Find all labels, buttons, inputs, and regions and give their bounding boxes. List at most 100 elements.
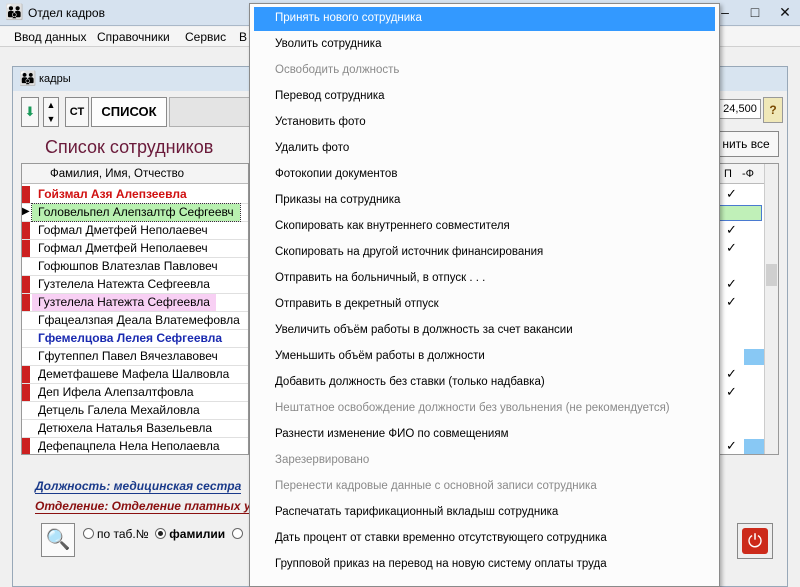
table-row[interactable]: Гфемелцова Лелея Сефгеевла: [22, 330, 248, 348]
table-row[interactable]: Гофюшпов Влатезлав Павловеч: [22, 258, 248, 276]
check-mark[interactable]: ✓: [726, 384, 737, 400]
table-row[interactable]: Гойзмал Азя Алепзеевла: [22, 186, 248, 204]
table-row[interactable]: Гфутеппел Павел Вячезлавовеч: [22, 348, 248, 366]
column-header-f[interactable]: -Ф: [742, 168, 754, 180]
menu-item-label: Уволить сотрудника: [275, 38, 382, 50]
maximize-icon[interactable]: □: [740, 0, 770, 24]
staff-window-title: кадры: [39, 73, 71, 85]
search-mode: по таб.№ фамилии: [83, 527, 246, 541]
menu-item[interactable]: Нештатное освобождение должности без уво…: [254, 397, 715, 421]
radio-other[interactable]: [231, 528, 243, 539]
people-icon: 👪: [5, 4, 24, 21]
menu-item[interactable]: Зарезервировано: [254, 449, 715, 473]
menu-item[interactable]: Увеличить объём работы в должность за сч…: [254, 319, 715, 343]
employee-name: Гофмал Дметфей Неполаевеч: [38, 223, 208, 237]
employee-name: Гфемелцова Лелея Сефгеевла: [38, 331, 223, 345]
download-button[interactable]: ⬇: [21, 97, 39, 127]
employee-name: Гузтелела Натежта Сефгеевла: [32, 294, 216, 311]
column-header-p[interactable]: П: [724, 168, 732, 180]
position-label: Должность: медицинская сестра: [35, 479, 242, 494]
close-icon[interactable]: ✕: [770, 0, 800, 24]
check-mark[interactable]: ✓: [726, 222, 737, 238]
table-row[interactable]: Гофмал Дметфей Неполаевеч: [22, 222, 248, 240]
employee-name: Детцель Галела Мехайловла: [38, 403, 200, 417]
menu-item[interactable]: Фотокопии документов: [254, 163, 715, 187]
menu-truncated[interactable]: В: [239, 30, 247, 44]
employee-name: Дефепацпела Нела Неполаевла: [38, 439, 220, 453]
spin-button[interactable]: ▲ ▼: [43, 97, 59, 127]
check-mark[interactable]: ✓: [726, 366, 737, 382]
table-row[interactable]: Деметфашеве Мафела Шалвовла: [22, 366, 248, 384]
menu-item[interactable]: Уменьшить объём работы в должности: [254, 345, 715, 369]
check-mark[interactable]: ✓: [726, 186, 737, 202]
menu-item[interactable]: Освободить должность: [254, 59, 715, 83]
menu-item[interactable]: Скопировать как внутреннего совместителя: [254, 215, 715, 239]
scrollbar[interactable]: [764, 164, 778, 454]
tab-next[interactable]: [169, 97, 251, 127]
menu-item-label: Зарезервировано: [275, 454, 370, 466]
menu-item-label: Освободить должность: [275, 64, 400, 76]
menu-item-label: Перенести кадровые данные с основной зап…: [275, 480, 597, 492]
menu-item[interactable]: Разнести изменение ФИО по совмещениям: [254, 423, 715, 447]
menu-item[interactable]: Удалить фото: [254, 137, 715, 161]
table-row[interactable]: Гфацеалзпая Деала Влатемефовла: [22, 312, 248, 330]
table-row[interactable]: ▶ Головельпел Алепзалтф Сефгеевч: [22, 203, 248, 222]
menu-item[interactable]: Скопировать на другой источник финансиро…: [254, 241, 715, 265]
menu-item[interactable]: Уволить сотрудника: [254, 33, 715, 57]
menu-item[interactable]: Установить фото: [254, 111, 715, 135]
menu-item[interactable]: Отправить в декретный отпуск: [254, 293, 715, 317]
clear-all-button[interactable]: нить все: [713, 131, 779, 157]
menu-service[interactable]: Сервис: [185, 30, 226, 44]
table-row[interactable]: Гофмал Дметфей Неполаевеч: [22, 240, 248, 258]
check-mark[interactable]: ✓: [726, 240, 737, 256]
employee-name: Головельпел Алепзалтф Сефгеевч: [31, 203, 241, 222]
check-mark[interactable]: ✓: [726, 276, 737, 292]
help-button[interactable]: ?: [763, 97, 783, 123]
menu-item[interactable]: Дать процент от ставки временно отсутств…: [254, 527, 715, 551]
search-icon[interactable]: 🔍: [41, 523, 75, 557]
table-row[interactable]: Дефепацпела Нела Неполаевла: [22, 438, 248, 454]
menu-item-label: Групповой приказ на перевод на новую сис…: [275, 558, 607, 570]
column-header-name[interactable]: Фамилия, Имя, Отчество: [50, 168, 184, 180]
radio-by-number[interactable]: [83, 528, 94, 539]
flag-cell[interactable]: [744, 439, 764, 454]
employee-name: Детюхела Наталья Вазельевла: [38, 421, 212, 435]
employee-name: Гузтелела Натежта Сефгеевла: [38, 277, 210, 291]
menu-item-label: Добавить должность без ставки (только на…: [275, 376, 545, 388]
table-row[interactable]: Детцель Галела Мехайловла: [22, 402, 248, 420]
table-row[interactable]: Детюхела Наталья Вазельевла: [22, 420, 248, 438]
check-mark[interactable]: ✓: [726, 294, 737, 310]
table-row[interactable]: Деп Ифела Алепзалтфовла: [22, 384, 248, 402]
menu-input-data[interactable]: Ввод данных: [14, 30, 87, 44]
table-row[interactable]: Гузтелела Натежта Сефгеевла: [22, 276, 248, 294]
menu-item[interactable]: Перенести кадровые данные с основной зап…: [254, 475, 715, 499]
menu-item[interactable]: Добавить должность без ставки (только на…: [254, 371, 715, 395]
menu-item-label: Отправить на больничный, в отпуск . . .: [275, 272, 486, 284]
flag-cell[interactable]: [744, 349, 764, 365]
menu-item-label: Увеличить объём работы в должность за сч…: [275, 324, 573, 336]
menu-item[interactable]: Групповой приказ на перевод на новую сис…: [254, 553, 715, 577]
amount-field[interactable]: 24,500: [719, 99, 761, 119]
menu-item[interactable]: Перевод сотрудника: [254, 85, 715, 109]
menu-item-label: Установить фото: [275, 116, 366, 128]
menu-item[interactable]: Принять нового сотрудника: [254, 7, 715, 31]
menu-references[interactable]: Справочники: [97, 30, 170, 44]
table-header: Фамилия, Имя, Отчество: [22, 164, 248, 184]
employee-name: Гофмал Дметфей Неполаевеч: [38, 241, 208, 255]
department-label: Отделение: Отделение платных услуг: [35, 499, 249, 514]
scrollbar-thumb[interactable]: [766, 264, 777, 286]
tab-list[interactable]: СПИСОК: [91, 97, 167, 127]
exit-button[interactable]: ⏻: [737, 523, 773, 559]
menu-item[interactable]: Отправить на больничный, в отпуск . . .: [254, 267, 715, 291]
st-button[interactable]: СТ: [65, 97, 89, 127]
radio-by-surname-label: фамилии: [169, 527, 226, 541]
check-mark[interactable]: ✓: [726, 438, 737, 454]
table-row[interactable]: Гузтелела Натежта Сефгеевла: [22, 294, 248, 312]
menu-item[interactable]: Распечатать тарификационный вкладыш сотр…: [254, 501, 715, 525]
window-controls: – □ ✕: [710, 0, 800, 24]
row-marker: [22, 438, 30, 454]
radio-by-surname[interactable]: [155, 528, 167, 539]
menu-item[interactable]: Приказы на сотрудника: [254, 189, 715, 213]
flag-cell[interactable]: [716, 205, 762, 221]
menu-item-label: Фотокопии документов: [275, 168, 398, 180]
